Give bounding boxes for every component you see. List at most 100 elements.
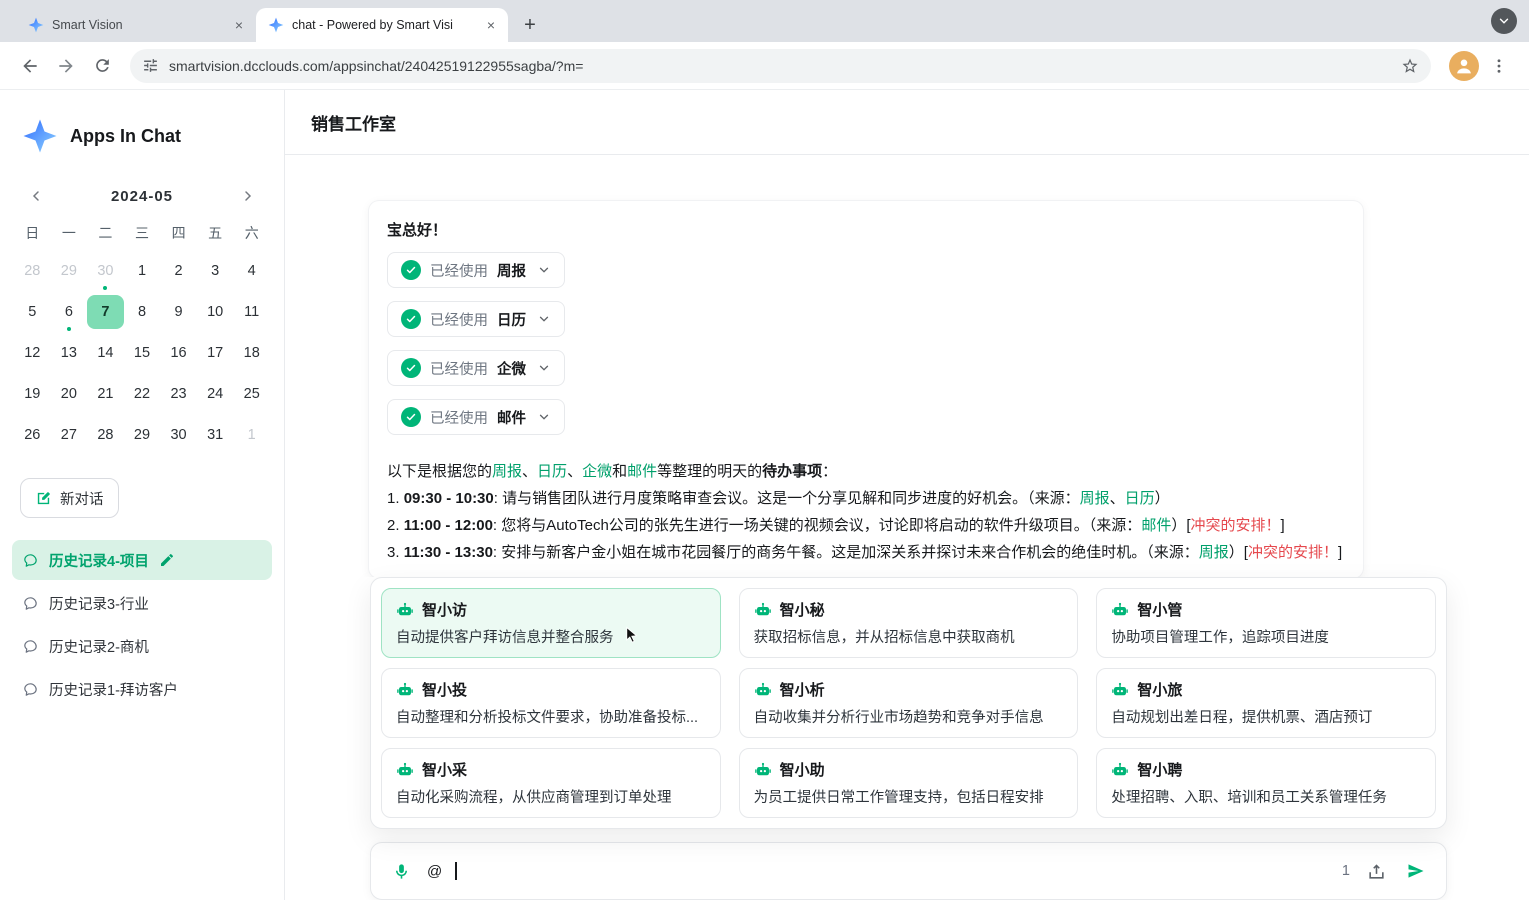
calendar-day[interactable]: 11 [233,295,270,329]
calendar-next-icon[interactable] [234,182,262,210]
calendar-day[interactable]: 22 [124,377,161,411]
new-chat-button[interactable]: 新对话 [20,478,119,518]
agent-card[interactable]: 智小旅自动规划出差日程，提供机票、酒店预订 [1096,668,1436,738]
profile-avatar[interactable] [1449,51,1479,81]
todo-item: 3. 11:30 - 13:30: 安排与新客户金小姐在城市花园餐厅的商务午餐。… [387,539,1345,566]
agent-card[interactable]: 智小聘处理招聘、入职、培训和员工关系管理任务 [1096,748,1436,818]
reload-button[interactable] [86,50,118,82]
edit-pencil-icon[interactable] [159,552,175,568]
brand: Apps In Chat [0,90,284,154]
calendar-day[interactable]: 13 [51,336,88,370]
chat-area[interactable]: 宝总好！ 已经使用周报已经使用日历已经使用企微已经使用邮件 以下是根据您的周报、… [285,155,1529,577]
history-item-label: 历史记录3-行业 [49,593,149,614]
calendar-day[interactable]: 3 [197,254,234,288]
chat-input-bar[interactable]: @ 1 [370,842,1447,900]
send-icon[interactable] [1402,857,1430,885]
source-link[interactable]: 邮件 [1141,517,1171,534]
calendar-day[interactable]: 28 [14,254,51,288]
calendar-day[interactable]: 24 [197,377,234,411]
app-window: Apps In Chat 2024-05 日一二三四五六 28293012345… [0,90,1529,900]
forward-button[interactable] [50,50,82,82]
text-segment: 等整理的明天的 [657,463,762,480]
source-link[interactable]: 邮件 [627,463,657,480]
new-tab-button[interactable]: + [516,11,544,39]
calendar-day-selected[interactable]: 7 [87,295,124,329]
calendar-day[interactable]: 4 [233,254,270,288]
calendar-day[interactable]: 1 [233,418,270,452]
calendar-day[interactable]: 29 [51,254,88,288]
calendar-day[interactable]: 10 [197,295,234,329]
source-link[interactable]: 周报 [1080,490,1110,507]
todo-list: 1. 09:30 - 10:30: 请与销售团队进行月度策略审查会议。这是一个分… [387,485,1345,566]
tab-close-icon[interactable]: × [482,16,500,34]
site-controls-icon[interactable] [142,57,159,74]
calendar-day[interactable]: 17 [197,336,234,370]
tab-favicon-icon [268,17,284,33]
used-source-pill[interactable]: 已经使用邮件 [387,399,565,435]
calendar-day[interactable]: 1 [124,254,161,288]
bookmark-star-icon[interactable] [1401,57,1419,75]
text-caret [455,862,457,880]
agent-card[interactable]: 智小析自动收集并分析行业市场趋势和竞争对手信息 [739,668,1079,738]
agent-card[interactable]: 智小助为员工提供日常工作管理支持，包括日程安排 [739,748,1079,818]
input-counter: 1 [1342,863,1350,879]
calendar-day[interactable]: 8 [124,295,161,329]
url-bar[interactable]: smartvision.dcclouds.com/appsinchat/2404… [130,49,1431,83]
browser-tab-active[interactable]: chat - Powered by Smart Visi × [256,8,508,42]
source-link[interactable]: 周报 [1199,544,1229,561]
calendar-day[interactable]: 12 [14,336,51,370]
tab-favicon-icon [28,17,44,33]
agent-card[interactable]: 智小秘获取招标信息，并从招标信息中获取商机 [739,588,1079,658]
calendar-day[interactable]: 19 [14,377,51,411]
calendar-event-dot [103,286,107,290]
source-link[interactable]: 周报 [492,463,522,480]
history-item[interactable]: 历史记录1-拜访客户 [12,669,272,709]
used-source-pill[interactable]: 已经使用周报 [387,252,565,288]
calendar-day[interactable]: 16 [160,336,197,370]
agent-card[interactable]: 智小投自动整理和分析投标文件要求，协助准备投标... [381,668,721,738]
calendar-day[interactable]: 23 [160,377,197,411]
upload-icon[interactable] [1362,857,1390,885]
history-item[interactable]: 历史记录2-商机 [12,626,272,666]
calendar-day[interactable]: 15 [124,336,161,370]
used-source-pill[interactable]: 已经使用企微 [387,350,565,386]
app-logo-icon [22,118,58,154]
agent-card[interactable]: 智小管协助项目管理工作，追踪项目进度 [1096,588,1436,658]
calendar-day[interactable]: 6 [51,295,88,329]
calendar-day[interactable]: 31 [197,418,234,452]
agent-name: 智小秘 [780,599,825,620]
calendar-day[interactable]: 30 [87,254,124,288]
agent-card[interactable]: 智小访自动提供客户拜访信息并整合服务 [381,588,721,658]
used-source-pill[interactable]: 已经使用日历 [387,301,565,337]
calendar-prev-icon[interactable] [22,182,50,210]
tab-close-icon[interactable]: × [230,16,248,34]
calendar-weekday: 日 [14,220,51,246]
calendar-day[interactable]: 5 [14,295,51,329]
source-link[interactable]: 日历 [537,463,567,480]
history-item[interactable]: 历史记录4-项目 [12,540,272,580]
microphone-icon[interactable] [387,857,415,885]
calendar-day[interactable]: 25 [233,377,270,411]
browser-menu-button[interactable] [1483,50,1515,82]
calendar-day[interactable]: 2 [160,254,197,288]
calendar-day[interactable]: 30 [160,418,197,452]
calendar-day[interactable]: 29 [124,418,161,452]
calendar-day[interactable]: 28 [87,418,124,452]
source-link[interactable]: 日历 [1125,490,1155,507]
calendar-day[interactable]: 14 [87,336,124,370]
calendar-day[interactable]: 21 [87,377,124,411]
calendar-day[interactable]: 26 [14,418,51,452]
todo-item: 1. 09:30 - 10:30: 请与销售团队进行月度策略审查会议。这是一个分… [387,485,1345,512]
browser-tab[interactable]: Smart Vision × [16,8,256,42]
history-item[interactable]: 历史记录3-行业 [12,583,272,623]
chat-input[interactable]: @ [427,863,442,880]
calendar-day[interactable]: 27 [51,418,88,452]
calendar-day[interactable]: 18 [233,336,270,370]
calendar-day[interactable]: 20 [51,377,88,411]
calendar-day[interactable]: 9 [160,295,197,329]
back-button[interactable] [14,50,46,82]
tab-search-button[interactable] [1491,8,1517,34]
history-item-label: 历史记录2-商机 [49,636,149,657]
source-link[interactable]: 企微 [582,463,612,480]
agent-card[interactable]: 智小采自动化采购流程，从供应商管理到订单处理 [381,748,721,818]
